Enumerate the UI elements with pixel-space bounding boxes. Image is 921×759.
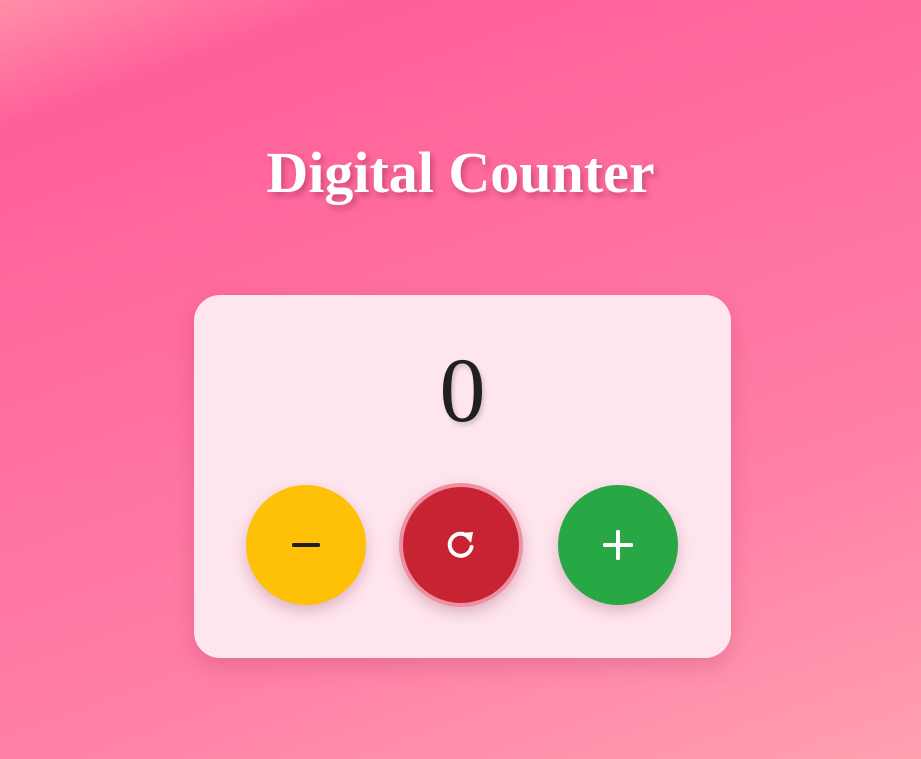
increment-button[interactable] [558,485,678,605]
plus-icon [603,530,633,560]
decrement-button[interactable] [246,485,366,605]
counter-value: 0 [439,339,486,441]
reset-button[interactable] [399,483,523,607]
page-title: Digital Counter [266,140,655,205]
redo-icon [447,531,474,558]
minus-icon [292,543,320,547]
counter-card: 0 [194,295,731,658]
